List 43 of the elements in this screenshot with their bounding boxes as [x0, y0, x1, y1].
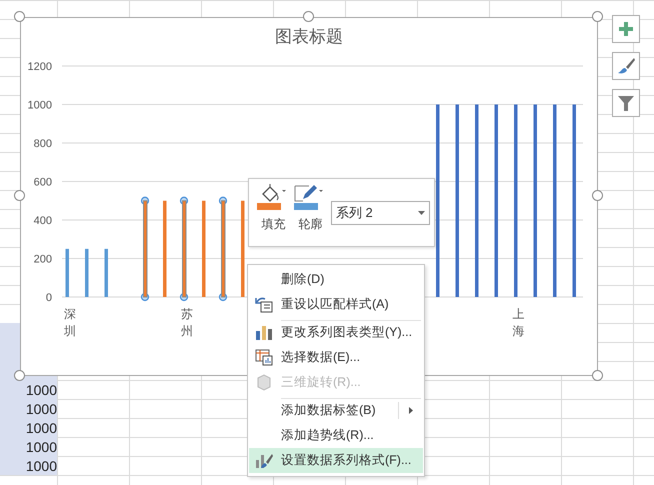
resize-handle[interactable] [592, 190, 603, 201]
resize-handle[interactable] [14, 11, 25, 22]
series-dropdown[interactable]: 系列 2 [330, 201, 430, 225]
format-series-icon [255, 452, 273, 469]
resize-handle[interactable] [303, 11, 314, 22]
axis-tick-label: 200 [34, 254, 52, 266]
axis-tick-label: 0 [46, 292, 52, 304]
menu-item[interactable]: 设置数据系列格式(F)... [249, 448, 423, 473]
cell[interactable]: 1000 [0, 381, 57, 400]
fill-button[interactable]: 填充 [257, 183, 290, 233]
cell[interactable]: 1000 [0, 400, 57, 419]
chart-styles-button[interactable] [612, 52, 640, 80]
table-chart-icon [255, 349, 273, 366]
resize-handle[interactable] [14, 190, 25, 201]
category-label: 苏州 [181, 307, 193, 338]
reset-icon [255, 296, 273, 313]
axis-tick-label: 1200 [28, 61, 52, 73]
menu-item[interactable]: 重设以匹配样式(A) [249, 292, 423, 317]
plus-icon [618, 21, 634, 37]
cell[interactable]: 1000 [0, 419, 57, 438]
category-label: 深圳 [64, 307, 76, 338]
axis-tick-label: 1000 [28, 100, 52, 112]
category-label: 上海 [512, 307, 524, 338]
submenu-arrow-icon [409, 407, 413, 414]
menu-item[interactable]: 添加趋势线(R)... [249, 423, 423, 448]
menu-item[interactable]: 删除(D) [249, 267, 423, 292]
paintbrush-icon [617, 57, 635, 75]
outline-button[interactable]: 轮廓 [294, 183, 327, 233]
cell[interactable]: 1000 [0, 457, 57, 476]
dropdown-arrow-icon [418, 211, 425, 215]
resize-handle[interactable] [592, 11, 603, 22]
chart-filters-button[interactable] [612, 89, 640, 117]
chart-title[interactable]: 图表标题 [275, 25, 343, 48]
resize-handle[interactable] [592, 370, 603, 381]
menu-item[interactable]: 选择数据(E)... [249, 345, 423, 370]
axis-tick-label: 800 [34, 138, 52, 150]
funnel-icon [617, 94, 635, 112]
cube-icon [255, 374, 272, 391]
add-chart-element-button[interactable] [612, 15, 640, 43]
axis-tick-label: 600 [34, 176, 52, 188]
bar-chart-icon [255, 324, 272, 341]
axis-tick-label: 400 [34, 215, 52, 227]
cell[interactable]: 1000 [0, 438, 57, 457]
